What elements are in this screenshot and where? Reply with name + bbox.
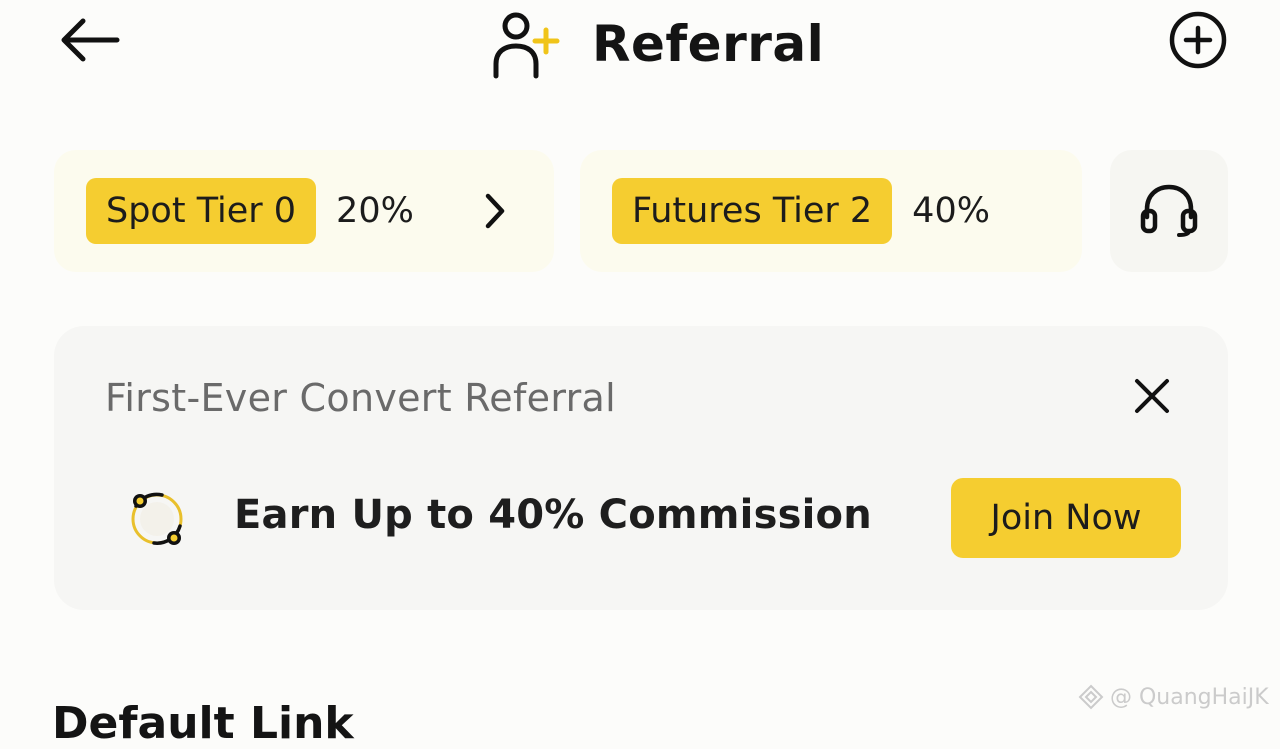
spot-tier-card[interactable]: Spot Tier 0 20% (54, 150, 554, 272)
join-now-button[interactable]: Join Now (951, 478, 1181, 558)
promo-banner: First-Ever Convert Referral Earn Up to 4… (54, 326, 1228, 610)
spot-tier-badge: Spot Tier 0 (86, 178, 317, 244)
person-add-icon (486, 6, 566, 82)
promo-title: First-Ever Convert Referral (105, 376, 616, 420)
headset-icon (1139, 181, 1199, 241)
futures-tier-rate: 40% (912, 191, 990, 231)
watermark: @ QuangHaiJK (1078, 682, 1269, 712)
support-button[interactable] (1110, 150, 1228, 272)
back-button[interactable] (55, 12, 125, 72)
section-title: Default Link (52, 698, 354, 749)
watermark-logo-icon (1078, 684, 1104, 710)
watermark-text: @ QuangHaiJK (1110, 684, 1269, 710)
promo-headline: Earn Up to 40% Commission (234, 492, 872, 538)
chevron-right-icon (480, 190, 510, 232)
add-button[interactable] (1164, 10, 1232, 74)
page-title: Referral (592, 15, 825, 73)
app-header: Referral (0, 0, 1280, 90)
arrow-left-icon (59, 17, 121, 67)
close-button[interactable] (1124, 370, 1180, 426)
plus-circle-icon (1167, 9, 1229, 75)
spot-tier-rate: 20% (336, 191, 414, 231)
futures-tier-card[interactable]: Futures Tier 2 40% (580, 150, 1082, 272)
convert-coin-icon (122, 484, 192, 554)
futures-tier-badge: Futures Tier 2 (612, 178, 893, 244)
close-icon (1133, 377, 1171, 419)
page-title-group: Referral (486, 4, 824, 84)
